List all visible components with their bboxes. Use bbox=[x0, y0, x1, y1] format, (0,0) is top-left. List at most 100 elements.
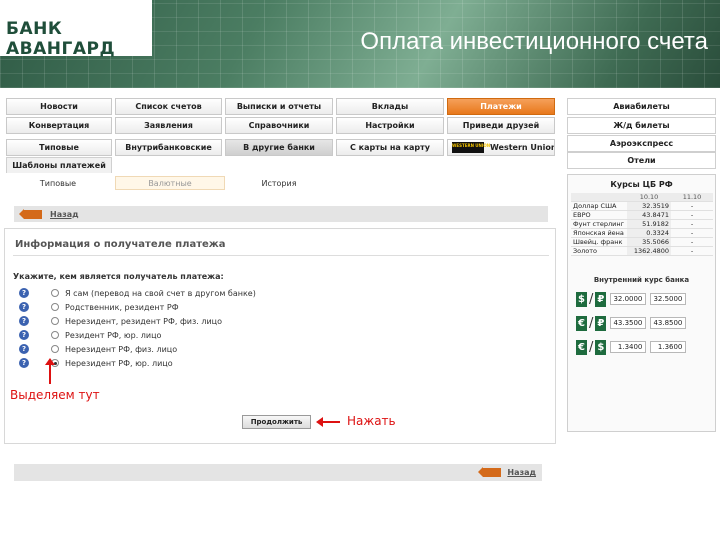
annotation-press-here: Нажать bbox=[347, 414, 396, 428]
conversion-row-usd-rub: $ / ₽ 32.0000 32.5000 bbox=[576, 289, 710, 309]
link-rail-tickets[interactable]: Ж/д билеты bbox=[567, 117, 716, 134]
subtab-history[interactable]: История bbox=[244, 176, 314, 190]
nav-row-3: Типовые Внутрибанковские В другие банки … bbox=[0, 139, 558, 156]
radio-button[interactable] bbox=[51, 331, 59, 339]
bank-page: Новости Список счетов Выписки и отчеты В… bbox=[0, 88, 720, 540]
rate-value: - bbox=[671, 228, 713, 238]
slash-divider: / bbox=[589, 315, 594, 331]
option-label[interactable]: Нерезидент РФ, физ. лицо bbox=[65, 345, 177, 354]
radio-button[interactable] bbox=[51, 345, 59, 353]
rate-value: 35.5066 bbox=[627, 237, 671, 247]
nav-applications[interactable]: Заявления bbox=[115, 117, 222, 134]
rates-table: 10.10 11.10 Доллар США 32.3519- ЕВРО 43.84… bbox=[571, 193, 713, 256]
nav-invite-friends[interactable]: Приведи друзей bbox=[447, 117, 555, 134]
nav-news[interactable]: Новости bbox=[6, 98, 112, 115]
back-arrow-icon[interactable] bbox=[19, 208, 42, 219]
logo: БАНК АВАНГАРД bbox=[0, 0, 152, 59]
buy-rate: 32.0000 bbox=[610, 293, 647, 305]
nav-row-2: Конвертация Заявления Справочники Настро… bbox=[0, 117, 558, 134]
rates-row: Золото 1362.4800- bbox=[571, 246, 713, 256]
rates-row: Доллар США 32.3519- bbox=[571, 201, 713, 211]
sell-rate: 32.5000 bbox=[650, 293, 687, 305]
help-icon[interactable]: ? bbox=[19, 316, 29, 326]
exchange-rates-panel: Курсы ЦБ РФ 10.10 11.10 Доллар США 32.351… bbox=[567, 174, 716, 432]
rates-title: Курсы ЦБ РФ bbox=[610, 180, 673, 189]
dollar-icon: $ bbox=[576, 291, 587, 307]
option-label[interactable]: Нерезидент, резидент РФ, физ. лицо bbox=[65, 317, 222, 326]
conversion-row-eur-usd: € / $ 1.3400 1.3600 bbox=[576, 337, 710, 357]
internal-rate-title: Внутренний курс банка bbox=[593, 276, 690, 284]
rates-header-name bbox=[571, 193, 627, 202]
rate-value: - bbox=[671, 237, 713, 247]
slash-divider: / bbox=[589, 339, 594, 355]
nav-row-1: Новости Список счетов Выписки и отчеты В… bbox=[0, 98, 558, 115]
nav-references[interactable]: Справочники bbox=[225, 117, 333, 134]
radio-button[interactable] bbox=[51, 289, 59, 297]
rate-name: Фунт стерлинг bbox=[571, 219, 627, 229]
slash-divider: / bbox=[589, 291, 594, 307]
recipient-option: ? Нерезидент РФ, юр. лицо bbox=[19, 357, 173, 369]
tab-templates[interactable]: Шаблоны платежей bbox=[6, 157, 112, 173]
buy-rate: 43.3500 bbox=[610, 317, 647, 329]
nav-card-to-card[interactable]: С карты на карту bbox=[336, 139, 444, 156]
nav-payments[interactable]: Платежи bbox=[447, 98, 555, 115]
nav-settings[interactable]: Настройки bbox=[336, 117, 444, 134]
radio-button[interactable] bbox=[51, 317, 59, 325]
sell-rate: 1.3600 bbox=[650, 341, 687, 353]
sell-rate: 43.8500 bbox=[650, 317, 687, 329]
rates-header-date-1: 10.10 bbox=[627, 193, 671, 202]
section-title: Информация о получателе платежа bbox=[15, 239, 226, 250]
link-air-tickets[interactable]: Авиабилеты bbox=[567, 98, 716, 115]
recipient-option: ? Резидент РФ, юр. лицо bbox=[19, 329, 161, 341]
option-label[interactable]: Я сам (перевод на свой счет в другом бан… bbox=[65, 289, 256, 298]
rate-value: 1362.4800 bbox=[627, 246, 671, 256]
help-icon[interactable]: ? bbox=[19, 302, 29, 312]
nav-other-banks[interactable]: В другие банки bbox=[225, 139, 333, 156]
rates-row: Фунт стерлинг 51.9182- bbox=[571, 219, 713, 229]
nav-intrabank[interactable]: Внутрибанковские bbox=[115, 139, 222, 156]
help-icon[interactable]: ? bbox=[19, 330, 29, 340]
rates-header-date-2: 11.10 bbox=[671, 193, 713, 202]
subtab-currency[interactable]: Валютные bbox=[115, 176, 225, 190]
recipient-form: Информация о получателе платежа Укажите,… bbox=[4, 228, 556, 444]
link-hotels[interactable]: Отели bbox=[567, 152, 716, 169]
recipient-option: ? Родственник, резидент РФ bbox=[19, 301, 179, 313]
radio-button[interactable] bbox=[51, 303, 59, 311]
nav-western-union[interactable]: WESTERN UNION Western Union bbox=[447, 139, 555, 156]
nav-typical[interactable]: Типовые bbox=[6, 139, 112, 156]
nav-deposits[interactable]: Вклады bbox=[336, 98, 444, 115]
subtab-typical[interactable]: Типовые bbox=[20, 176, 96, 190]
nav-accounts[interactable]: Список счетов bbox=[115, 98, 222, 115]
option-label[interactable]: Родственник, резидент РФ bbox=[65, 303, 179, 312]
bottom-back-bar: Назад bbox=[14, 464, 542, 481]
slide-header: БАНК АВАНГАРД Оплата инвестиционного сче… bbox=[0, 0, 720, 88]
link-aeroexpress[interactable]: Аэроэкспресс bbox=[567, 135, 716, 152]
recipient-option: ? Нерезидент, резидент РФ, физ. лицо bbox=[19, 315, 222, 327]
section-divider bbox=[13, 255, 549, 256]
option-label[interactable]: Нерезидент РФ, юр. лицо bbox=[65, 359, 173, 368]
help-icon[interactable]: ? bbox=[19, 288, 29, 298]
logo-text: БАНК АВАНГАРД bbox=[6, 19, 116, 59]
recipient-option: ? Я сам (перевод на свой счет в другом б… bbox=[19, 287, 256, 299]
ruble-icon: ₽ bbox=[595, 315, 607, 331]
bottom-back-link[interactable]: Назад bbox=[507, 468, 536, 477]
back-arrow-icon[interactable] bbox=[478, 467, 502, 477]
rates-header-row: 10.10 11.10 bbox=[571, 193, 713, 202]
option-label[interactable]: Резидент РФ, юр. лицо bbox=[65, 331, 161, 340]
annotation-arrow-left-icon bbox=[316, 417, 340, 427]
rate-name: Японская йена bbox=[571, 228, 627, 238]
rate-value: 32.3519 bbox=[627, 201, 671, 211]
help-icon[interactable]: ? bbox=[19, 358, 29, 368]
back-link[interactable]: Назад bbox=[50, 210, 79, 219]
nav-statements[interactable]: Выписки и отчеты bbox=[225, 98, 333, 115]
euro-icon: € bbox=[576, 315, 587, 331]
rate-value: 43.8471 bbox=[627, 210, 671, 220]
help-icon[interactable]: ? bbox=[19, 344, 29, 354]
continue-button[interactable]: Продолжить bbox=[242, 415, 311, 429]
nav-conversion[interactable]: Конвертация bbox=[6, 117, 112, 134]
buy-rate: 1.3400 bbox=[610, 341, 647, 353]
rate-name: Швейц. франк bbox=[571, 237, 627, 247]
rate-name: Доллар США bbox=[571, 201, 627, 211]
rate-value: - bbox=[671, 219, 713, 229]
dollar-icon: $ bbox=[595, 339, 607, 355]
